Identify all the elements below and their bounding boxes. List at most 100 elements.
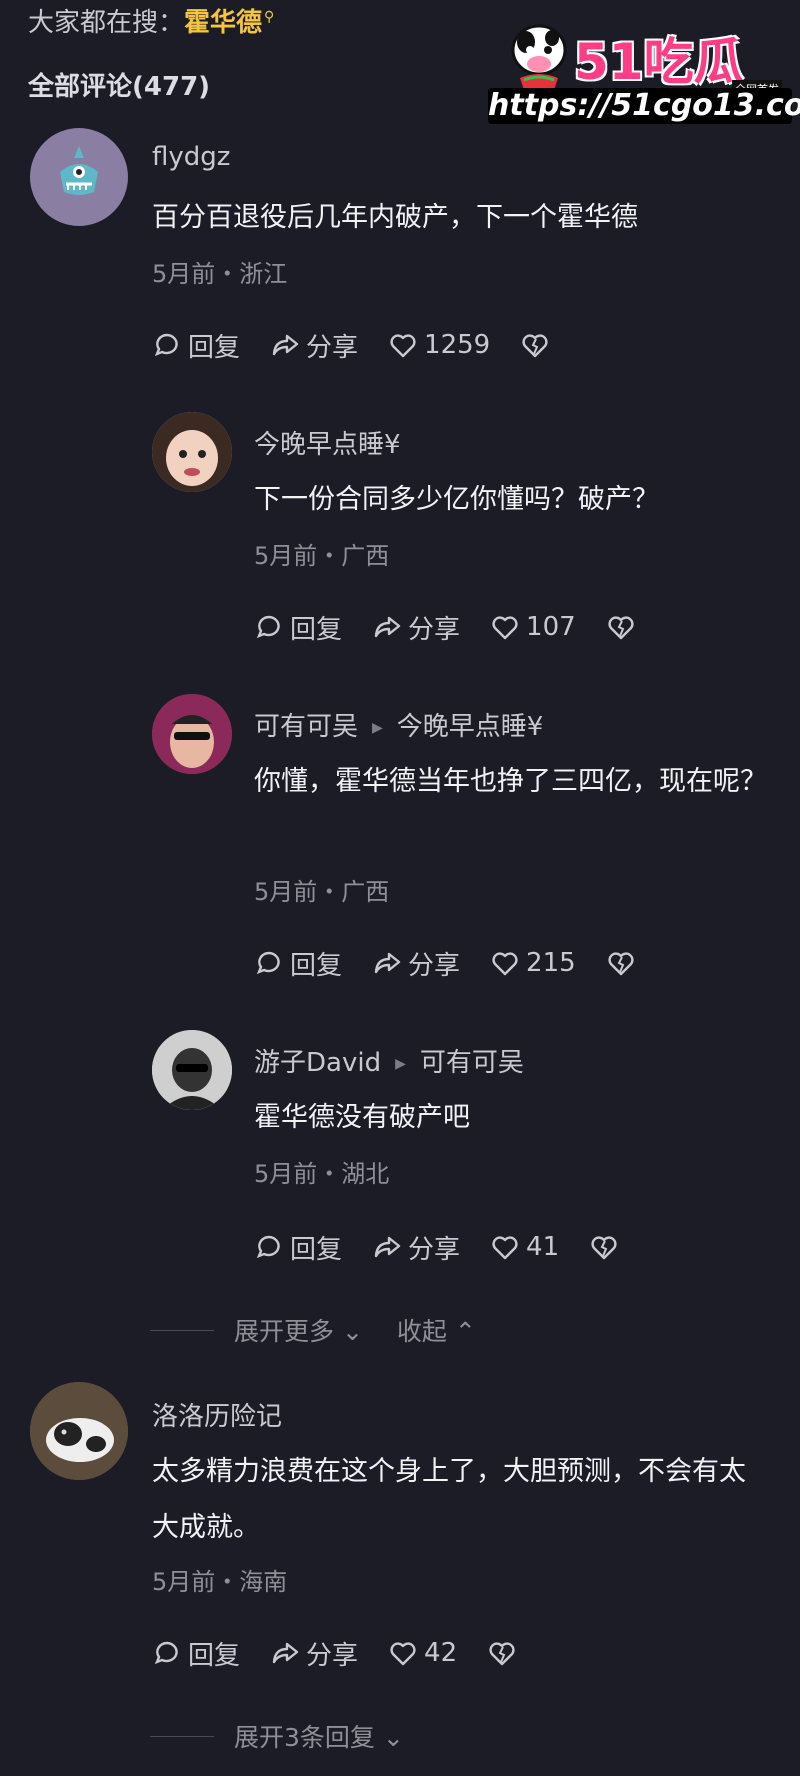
comment-actions: 回复 分享 215	[254, 945, 672, 982]
comment-meta: 5月前・广西	[254, 878, 390, 906]
reply-label: 回复	[188, 332, 241, 363]
comment-meta: 5月前・浙江	[152, 260, 288, 288]
search-icon: ⚲	[264, 9, 275, 26]
comment-meta: 5月前・海南	[152, 1568, 288, 1596]
reply-label: 回复	[290, 1234, 343, 1265]
comment-author[interactable]: 可有可吴	[254, 712, 358, 742]
comment-text: 太多精力浪费在这个身上了，大胆预测，不会有太大成就。	[152, 1456, 746, 1543]
comment-author[interactable]: 游子David	[254, 1048, 381, 1078]
dislike-button[interactable]	[520, 330, 556, 360]
like-icon	[492, 616, 518, 640]
reply-label: 回复	[290, 614, 343, 645]
search-prefix: 大家都在搜：	[28, 8, 185, 38]
comment-actions: 回复 分享 1259	[152, 327, 586, 364]
avatar[interactable]	[152, 694, 232, 774]
reply-to-user[interactable]: 可有可吴	[420, 1048, 524, 1078]
watermark-logo: 51吃瓜 全网首发 https://51cgo13.com	[488, 8, 800, 126]
like-count: 41	[526, 1232, 560, 1262]
like-button[interactable]: 107	[490, 612, 576, 642]
share-button[interactable]: 分享	[372, 609, 460, 646]
divider	[150, 1329, 214, 1331]
dislike-button[interactable]	[606, 612, 642, 642]
reply-to-user[interactable]: 今晚早点睡¥	[397, 712, 544, 742]
dislike-icon	[489, 1642, 515, 1666]
share-icon	[272, 334, 299, 356]
share-label: 分享	[408, 614, 461, 645]
avatar[interactable]	[30, 1382, 128, 1480]
dislike-icon	[522, 334, 548, 358]
face-avatar-icon	[152, 1030, 232, 1110]
reply-button[interactable]: 回复	[254, 1229, 342, 1266]
like-count: 42	[424, 1638, 458, 1668]
search-keyword[interactable]: 霍华德	[184, 8, 262, 38]
comment-actions: 回复 分享 42	[152, 1635, 553, 1672]
chevron-down-icon: ⌄	[334, 1317, 363, 1346]
share-button[interactable]: 分享	[372, 1229, 460, 1266]
like-button[interactable]: 41	[490, 1232, 559, 1262]
reply-icon	[256, 951, 280, 975]
comment-meta: 5月前・湖北	[254, 1160, 390, 1188]
comment-author-line: 可有可吴 ▶ 今晚早点睡¥	[254, 706, 543, 743]
share-label: 分享	[408, 1234, 461, 1265]
monster-avatar-icon	[60, 146, 98, 195]
comment-author-line: 游子David ▶ 可有可吴	[254, 1042, 524, 1079]
share-button[interactable]: 分享	[372, 945, 460, 982]
reply-button[interactable]: 回复	[152, 1635, 240, 1672]
divider	[150, 1735, 214, 1737]
watermark-url: https://51cgo13.com	[488, 88, 800, 124]
reply-icon	[256, 615, 280, 639]
reply-button[interactable]: 回复	[152, 327, 240, 364]
chevron-down-icon: ⌄	[374, 1723, 404, 1752]
share-button[interactable]: 分享	[270, 327, 358, 364]
reply-button[interactable]: 回复	[254, 945, 342, 982]
avatar[interactable]	[152, 412, 232, 492]
dislike-button[interactable]	[487, 1638, 523, 1668]
reply-arrow-icon: ▶	[372, 719, 383, 736]
chevron-up-icon: ⌃	[446, 1317, 476, 1346]
like-button[interactable]: 42	[388, 1638, 457, 1668]
avatar[interactable]	[152, 1030, 232, 1110]
dislike-icon	[608, 616, 634, 640]
dislike-icon	[608, 952, 634, 976]
cow-mascot-icon	[511, 24, 567, 93]
comment-text: 百分百退役后几年内破产，下一个霍华德	[152, 202, 638, 233]
like-button[interactable]: 215	[490, 948, 576, 978]
dislike-button[interactable]	[589, 1232, 625, 1262]
collapse-button[interactable]: 收起 ⌃	[397, 1312, 476, 1348]
reply-icon	[154, 333, 178, 357]
share-button[interactable]: 分享	[270, 1635, 358, 1672]
dislike-button[interactable]	[606, 948, 642, 978]
reply-icon	[154, 1641, 178, 1665]
share-label: 分享	[408, 950, 461, 981]
avatar[interactable]	[30, 128, 128, 226]
face-avatar-icon	[152, 412, 232, 492]
reply-button[interactable]: 回复	[254, 609, 342, 646]
comment-text: 下一份合同多少亿你懂吗？破产？	[254, 484, 659, 515]
like-button[interactable]: 1259	[388, 330, 490, 360]
comment-count-title: 全部评论(477)	[28, 72, 211, 102]
share-icon	[374, 952, 401, 974]
expand-replies-label: 展开3条回复	[234, 1723, 375, 1752]
like-icon	[492, 952, 518, 976]
expand-replies-button[interactable]: 展开3条回复 ⌄	[234, 1718, 404, 1754]
dislike-icon	[591, 1236, 617, 1260]
share-label: 分享	[306, 1640, 359, 1671]
comment-actions: 回复 分享 41	[254, 1229, 655, 1266]
reply-label: 回复	[290, 950, 343, 981]
share-icon	[374, 1236, 401, 1258]
share-icon	[272, 1642, 299, 1664]
like-icon	[390, 1642, 416, 1666]
reply-label: 回复	[188, 1640, 241, 1671]
comment-author[interactable]: 洛洛历险记	[152, 1396, 282, 1433]
share-label: 分享	[306, 332, 359, 363]
comment-author[interactable]: flydgz	[152, 142, 230, 172]
share-icon	[374, 616, 401, 638]
like-count: 1259	[424, 330, 491, 360]
watermark-brand: 51吃瓜	[574, 33, 744, 91]
comment-actions: 回复 分享 107	[254, 609, 672, 646]
reply-fold-bar: 展开3条回复 ⌄	[150, 1718, 438, 1754]
search-hint[interactable]: 大家都在搜：霍华德 ⚲	[28, 2, 274, 39]
like-count: 215	[526, 948, 576, 978]
comment-author[interactable]: 今晚早点睡¥	[254, 424, 401, 461]
expand-more-button[interactable]: 展开更多 ⌄	[234, 1312, 363, 1348]
